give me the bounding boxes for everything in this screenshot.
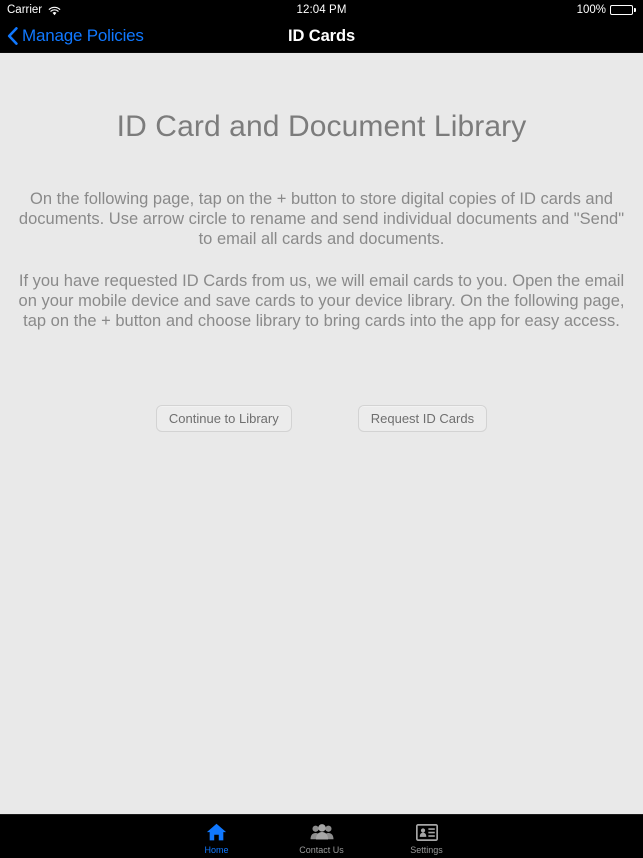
battery-percent-label: 100% (576, 4, 606, 16)
instructions-paragraph-2: If you have requested ID Cards from us, … (18, 272, 625, 330)
content-area: ID Card and Document Library On the foll… (0, 53, 643, 814)
people-icon (310, 822, 334, 843)
status-bar-time: 12:04 PM (296, 4, 347, 16)
tab-contact-us[interactable]: Contact Us (269, 815, 374, 858)
battery-full-icon (610, 5, 636, 15)
wifi-icon (48, 6, 61, 16)
status-bar-right: 100% (456, 4, 636, 16)
tab-settings-label: Settings (410, 844, 443, 855)
navigation-bar: Manage Policies ID Cards (0, 20, 643, 53)
tab-settings[interactable]: Settings (374, 815, 479, 858)
instructions-paragraph-1: On the following page, tap on the + butt… (18, 190, 625, 248)
status-bar: Carrier 12:04 PM 100% (0, 0, 643, 20)
chevron-left-icon (7, 27, 18, 45)
tab-bar: Home Contact Us Settings (0, 814, 643, 858)
continue-to-library-button[interactable]: Continue to Library (155, 405, 292, 432)
id-card-icon (415, 822, 438, 843)
tab-home-label: Home (204, 844, 229, 855)
carrier-label: Carrier (7, 4, 43, 16)
app-screen: Carrier 12:04 PM 100% Manage Policies ID… (0, 0, 643, 858)
home-icon (206, 822, 227, 843)
status-bar-left: Carrier (7, 4, 187, 16)
action-button-row: Continue to Library Request ID Cards (0, 405, 643, 432)
library-heading: ID Card and Document Library (116, 110, 527, 143)
request-id-cards-button[interactable]: Request ID Cards (357, 405, 488, 432)
tab-contact-us-label: Contact Us (299, 844, 344, 855)
back-button[interactable]: Manage Policies (0, 25, 150, 47)
tab-home[interactable]: Home (164, 815, 269, 858)
back-button-label: Manage Policies (22, 26, 144, 45)
